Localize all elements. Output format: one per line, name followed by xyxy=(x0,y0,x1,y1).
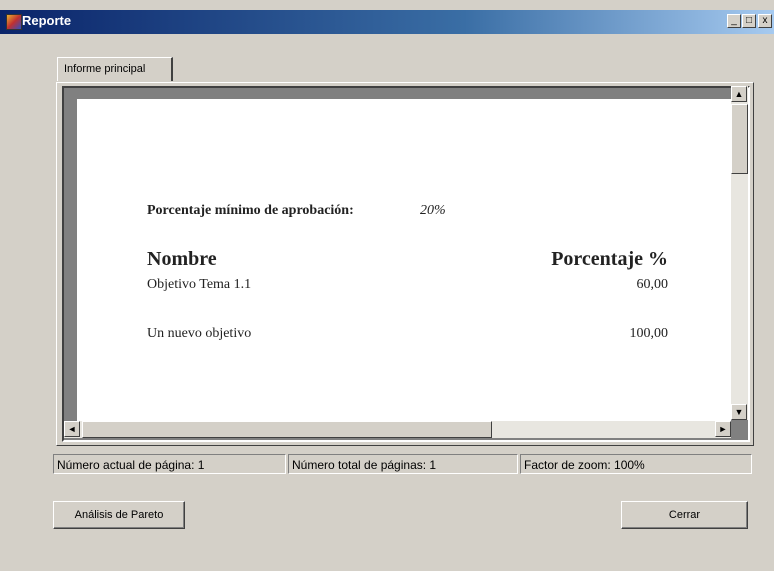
report-page: Porcentaje mínimo de aprobación: 20% Nom… xyxy=(77,99,731,421)
horizontal-scrollbar[interactable]: ◄ ► xyxy=(64,421,731,438)
status-current-page: Número actual de página: 1 xyxy=(53,454,286,474)
tab-informe-principal[interactable]: Informe principal xyxy=(57,57,173,81)
scroll-down-button[interactable]: ▼ xyxy=(731,404,747,420)
report-window: Reporte _ □ x Informe principal Porcenta… xyxy=(0,0,774,571)
tab-label: Informe principal xyxy=(64,63,146,75)
horizontal-scroll-thumb[interactable] xyxy=(82,421,492,438)
row-percent: 100,00 xyxy=(629,326,669,341)
title-bar[interactable]: Reporte _ □ x xyxy=(0,10,774,34)
maximize-button[interactable]: □ xyxy=(742,14,756,28)
close-button[interactable]: Cerrar xyxy=(621,501,748,529)
minimize-button[interactable]: _ xyxy=(727,14,741,28)
status-total-pages: Número total de páginas: 1 xyxy=(288,454,518,474)
pareto-analysis-button[interactable]: Análisis de Pareto xyxy=(53,501,185,529)
scroll-left-button[interactable]: ◄ xyxy=(64,421,80,437)
window-title: Reporte xyxy=(22,13,72,28)
app-icon xyxy=(6,14,22,30)
vertical-scrollbar[interactable]: ▲ ▼ xyxy=(731,86,748,420)
min-approval-value: 20% xyxy=(420,203,446,218)
scroll-up-button[interactable]: ▲ xyxy=(731,86,747,102)
vertical-scroll-thumb[interactable] xyxy=(731,104,748,174)
row-name: Objetivo Tema 1.1 xyxy=(147,277,252,292)
close-window-button[interactable]: x xyxy=(758,14,772,28)
row-name: Un nuevo objetivo xyxy=(147,326,252,341)
column-header-percent: Porcentaje % xyxy=(551,248,668,270)
min-approval-label: Porcentaje mínimo de aprobación: xyxy=(147,203,354,218)
scroll-right-button[interactable]: ► xyxy=(715,421,731,437)
row-percent: 60,00 xyxy=(636,277,669,292)
status-zoom: Factor de zoom: 100% xyxy=(520,454,752,474)
column-header-name: Nombre xyxy=(147,248,217,270)
